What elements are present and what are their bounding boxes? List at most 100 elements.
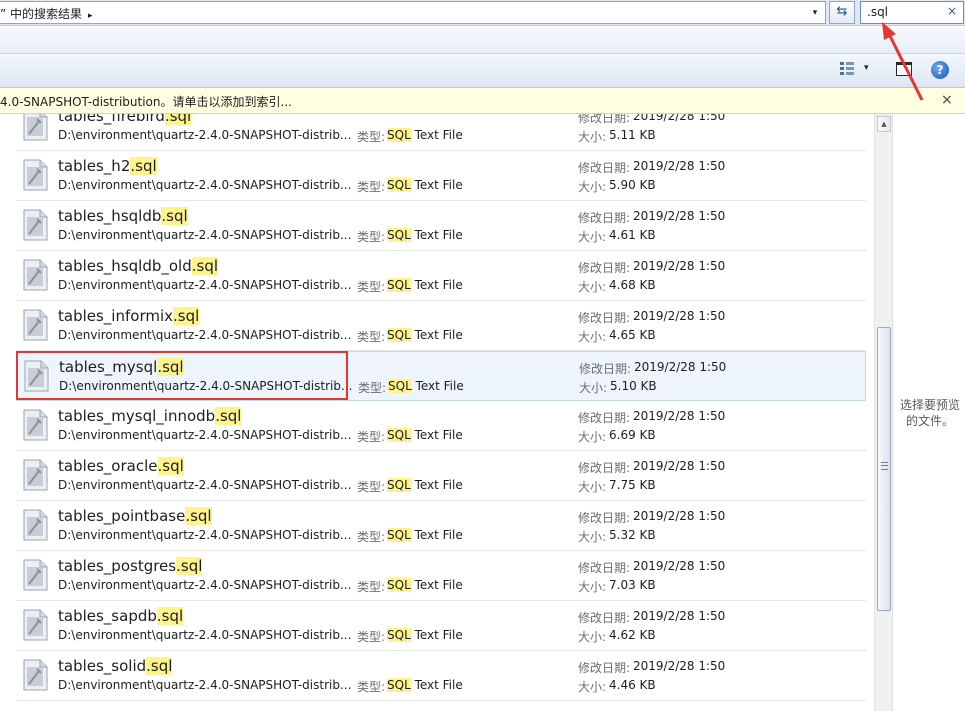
size-label: 大小: [578, 130, 607, 144]
file-name[interactable]: tables_postgres.sql [58, 557, 203, 575]
modified-label: 修改日期: [578, 161, 631, 175]
file-size: 7.75 KB [609, 478, 656, 492]
preview-pane-button[interactable] [896, 62, 912, 76]
file-path: D:\environment\quartz-2.4.0-SNAPSHOT-dis… [58, 578, 352, 592]
file-type: SQL Text File [387, 328, 463, 342]
type-label: 类型: [357, 680, 386, 694]
modified-date: 2019/2/28 1:50 [634, 360, 727, 374]
file-base-name: tables_pointbase [58, 507, 186, 525]
file-name[interactable]: tables_mysql_innodb.sql [58, 407, 242, 425]
file-list-item[interactable]: tables_hsqldb.sql D:\environment\quartz-… [16, 201, 866, 251]
file-name[interactable]: tables_solid.sql [58, 657, 173, 675]
file-list-item[interactable]: tables_solid.sql D:\environment\quartz-2… [16, 651, 866, 701]
type-label: 类型: [357, 280, 386, 294]
modified-date: 2019/2/28 1:50 [633, 559, 726, 573]
file-name[interactable]: tables_pointbase.sql [58, 507, 212, 525]
address-dropdown-icon[interactable]: ▾ [808, 5, 822, 21]
file-list-item[interactable]: tables_sapdb.sql D:\environment\quartz-2… [16, 601, 866, 651]
clear-search-icon[interactable]: × [947, 4, 957, 18]
modified-date: 2019/2/28 1:50 [633, 459, 726, 473]
file-name[interactable]: tables_informix.sql [58, 307, 200, 325]
file-type-highlight: SQL [387, 128, 411, 142]
file-type-rest: Text File [410, 678, 463, 692]
refresh-button[interactable]: ⇆ [829, 1, 855, 24]
file-type: SQL Text File [387, 628, 463, 642]
file-ext-highlight: .sql [191, 257, 219, 275]
file-path: D:\environment\quartz-2.4.0-SNAPSHOT-dis… [59, 379, 353, 393]
size-label: 大小: [578, 230, 607, 244]
scroll-grip-icon [881, 462, 888, 470]
type-label: 类型: [357, 230, 386, 244]
file-type: SQL Text File [387, 228, 463, 242]
file-path: D:\environment\quartz-2.4.0-SNAPSHOT-dis… [58, 228, 352, 242]
file-ext-highlight: .sql [146, 657, 173, 675]
modified-date: 2019/2/28 1:50 [633, 309, 726, 323]
vertical-scrollbar[interactable]: ▲ [874, 114, 892, 711]
file-type-highlight: SQL [387, 328, 411, 342]
view-options-icon[interactable] [840, 62, 854, 76]
search-input[interactable]: .sql × [860, 1, 964, 24]
file-type: SQL Text File [387, 528, 463, 542]
address-bar[interactable]: ” 中的搜索结果 ▸ ▾ [0, 1, 826, 24]
view-options-dropdown-icon[interactable]: ▾ [864, 63, 869, 73]
file-name[interactable]: tables_hsqldb.sql [58, 207, 188, 225]
size-label: 大小: [578, 180, 607, 194]
file-type-highlight: SQL [387, 478, 411, 492]
file-size: 7.03 KB [609, 578, 656, 592]
sql-file-icon [23, 259, 48, 291]
file-type: SQL Text File [387, 128, 463, 142]
file-name[interactable]: tables_sapdb.sql [58, 607, 184, 625]
preview-placeholder-text: 选择要预览的文件。 [899, 398, 960, 428]
file-list-item[interactable]: tables_mysql.sql D:\environment\quartz-2… [16, 351, 866, 401]
file-list-item[interactable]: tables_pointbase.sql D:\environment\quar… [16, 501, 866, 551]
file-name[interactable]: tables_firebird.sql [58, 114, 192, 125]
scrollbar-thumb[interactable] [877, 327, 891, 611]
file-list-item[interactable]: tables_h2.sql D:\environment\quartz-2.4.… [16, 151, 866, 201]
sql-file-icon [23, 559, 48, 591]
file-name[interactable]: tables_mysql.sql [59, 358, 184, 376]
file-list-item[interactable]: tables_oracle.sql D:\environment\quartz-… [16, 451, 866, 501]
file-base-name: tables_mysql_innodb [58, 407, 216, 425]
breadcrumb-arrow-icon[interactable]: ▸ [88, 11, 93, 21]
info-bar-text[interactable]: 4.0-SNAPSHOT-distribution。请单击以添加到索引... [0, 93, 292, 110]
info-bar-close-icon[interactable]: × [941, 92, 953, 108]
file-name[interactable]: tables_oracle.sql [58, 457, 184, 475]
file-ext-highlight: .sql [157, 358, 184, 376]
size-label: 大小: [578, 430, 607, 444]
file-list-item[interactable]: tables_mysql_innodb.sql D:\environment\q… [16, 401, 866, 451]
help-button[interactable]: ? [931, 61, 949, 79]
file-size: 5.90 KB [609, 178, 656, 192]
file-type-highlight: SQL [387, 678, 411, 692]
file-list-item[interactable]: tables_hsqldb_old.sql D:\environment\qua… [16, 251, 866, 301]
file-name[interactable]: tables_h2.sql [58, 157, 157, 175]
type-label: 类型: [357, 630, 386, 644]
file-type-rest: Text File [410, 578, 463, 592]
file-ext-highlight: .sql [164, 114, 192, 125]
file-type: SQL Text File [388, 379, 464, 393]
file-path: D:\environment\quartz-2.4.0-SNAPSHOT-dis… [58, 528, 352, 542]
file-list-item[interactable]: tables_firebird.sql D:\environment\quart… [16, 114, 866, 151]
index-info-bar[interactable]: 4.0-SNAPSHOT-distribution。请单击以添加到索引... × [0, 88, 965, 114]
file-type-rest: Text File [410, 278, 463, 292]
file-type-highlight: SQL [387, 228, 411, 242]
file-base-name: tables_oracle [58, 457, 158, 475]
size-label: 大小: [578, 680, 607, 694]
address-bar-row: ” 中的搜索结果 ▸ ▾ ⇆ .sql × [0, 0, 965, 26]
modified-label: 修改日期: [578, 261, 631, 275]
file-name[interactable]: tables_hsqldb_old.sql [58, 257, 219, 275]
modified-date: 2019/2/28 1:50 [633, 114, 726, 123]
file-type-highlight: SQL [387, 428, 411, 442]
file-path: D:\environment\quartz-2.4.0-SNAPSHOT-dis… [58, 278, 352, 292]
file-list-item[interactable]: tables_informix.sql D:\environment\quart… [16, 301, 866, 351]
modified-date: 2019/2/28 1:50 [633, 659, 726, 673]
file-path: D:\environment\quartz-2.4.0-SNAPSHOT-dis… [58, 428, 352, 442]
address-breadcrumb[interactable]: ” 中的搜索结果 [0, 7, 82, 21]
file-path: D:\environment\quartz-2.4.0-SNAPSHOT-dis… [58, 178, 352, 192]
type-label: 类型: [357, 180, 386, 194]
file-list-item[interactable]: tables_postgres.sql D:\environment\quart… [16, 551, 866, 601]
file-type-highlight: SQL [388, 379, 412, 393]
modified-date: 2019/2/28 1:50 [633, 609, 726, 623]
size-label: 大小: [578, 330, 607, 344]
scroll-up-icon[interactable]: ▲ [877, 116, 891, 132]
file-type-rest: Text File [410, 478, 463, 492]
